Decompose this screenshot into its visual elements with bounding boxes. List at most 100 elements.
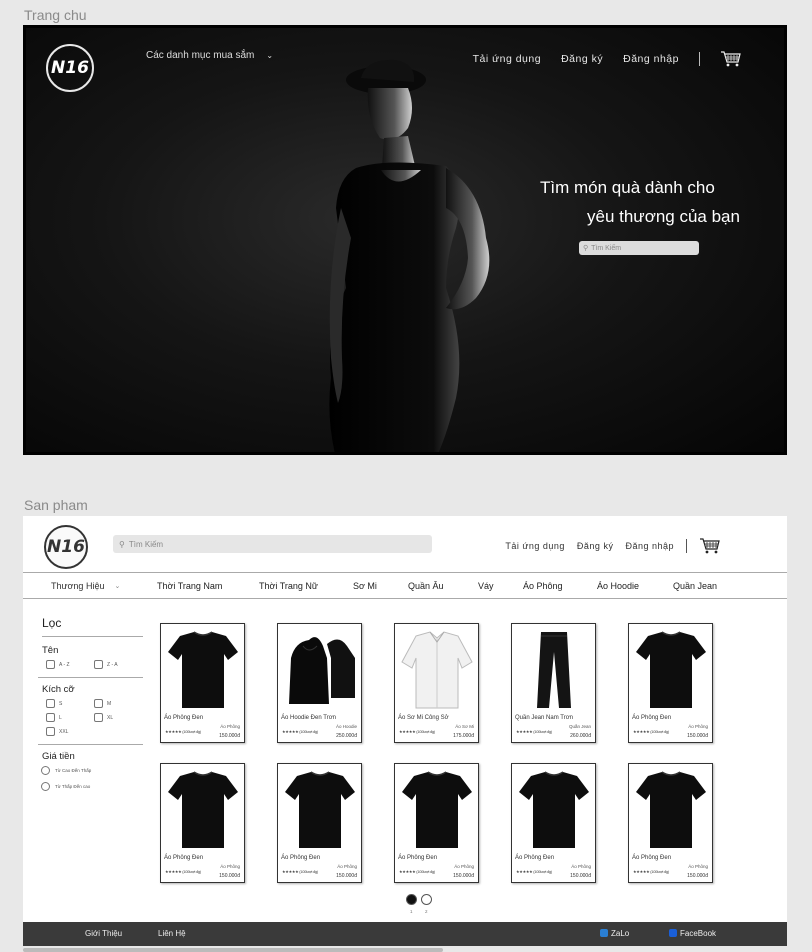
facebook-label: FaceBook (680, 929, 717, 938)
zalo-link[interactable]: ZaLo (600, 929, 629, 938)
logo[interactable]: N16 (46, 44, 94, 92)
search-input[interactable]: ⚲ Tìm Kiếm (113, 535, 432, 553)
category-so-mi[interactable]: Sơ Mi (353, 581, 377, 591)
facebook-link[interactable]: FaceBook (669, 929, 716, 938)
product-rating: ★★★★★ (100lượt đg) (165, 869, 201, 874)
page-number-1: 1 (410, 909, 413, 914)
hero-title-line1: Tìm món quà dành cho (540, 178, 715, 197)
product-type: Áo Phông (337, 864, 357, 869)
pagination (406, 894, 432, 905)
option-label: A - Z (59, 661, 70, 668)
product-rating: ★★★★★ (100lượt đg) (516, 729, 552, 734)
product-rating: ★★★★★ (100lượt đg) (282, 729, 318, 734)
category-ao-hoodie[interactable]: Áo Hoodie (597, 581, 639, 591)
search-placeholder: Tìm Kiếm (128, 539, 164, 549)
logo[interactable]: N16 (44, 525, 88, 569)
product-rating: ★★★★★ (100lượt đg) (633, 729, 669, 734)
brand-menu[interactable]: Thương Hiệu ⌄ (51, 581, 120, 591)
home-screen: N16 Các danh mục mua sắm ⌄ Tải ứng dụng … (23, 25, 787, 455)
chevron-down-icon: ⌄ (266, 51, 274, 60)
download-app-link[interactable]: Tải ứng dụng (473, 53, 542, 65)
product-type: Quần Jean (568, 724, 591, 729)
filter-name-label: Tên (42, 645, 59, 656)
top-nav: Tải ứng dụng Đăng ký Đăng nhập (473, 50, 742, 68)
product-price: 175.000đ (453, 733, 474, 739)
product-type: Áo Phông (688, 864, 708, 869)
category-vay[interactable]: Váy (478, 581, 494, 591)
price-high-to-low-radio[interactable]: Từ Cao Đến Thấp (41, 766, 143, 775)
product-card[interactable]: Quần Jean Nam Trơn Quần Jean ★★★★★ (100lượ… (511, 623, 596, 743)
category-thoi-trang-nam[interactable]: Thời Trang Nam (157, 581, 222, 591)
cart-icon[interactable] (720, 50, 742, 68)
product-card[interactable]: Áo Phông Đen Áo Phông ★★★★★ (100lượt đg) 15… (160, 623, 245, 743)
product-card[interactable]: Áo Phông Đen Áo Phông ★★★★★ (100lượt đg) 15… (277, 763, 362, 883)
login-link[interactable]: Đăng nhập (625, 541, 674, 551)
category-quan-au[interactable]: Quần Âu (408, 581, 444, 591)
product-card[interactable]: Áo Sơ Mi Công Sở Áo Sơ Mi ★★★★★ (100lượt đ… (394, 623, 479, 743)
filter-divider (38, 744, 143, 745)
tshirt-icon (166, 768, 240, 852)
option-label: Từ Thấp Đến cao (55, 784, 91, 789)
product-name: Áo Sơ Mi Công Sở (398, 715, 449, 721)
page-dot-2[interactable] (421, 894, 432, 905)
register-link[interactable]: Đăng ký (577, 541, 614, 551)
product-name: Áo Phông Đen (164, 715, 204, 721)
option-label: Từ Cao Đến Thấp (55, 768, 92, 773)
product-card[interactable]: Áo Phông Đen Áo Phông ★★★★★ (100lượt đg) 15… (628, 623, 713, 743)
product-card[interactable]: Áo Hoodie Đen Trơn Áo Hoodie ★★★★★ (100lượ… (277, 623, 362, 743)
category-menu[interactable]: Các danh mục mua sắm ⌄ (146, 50, 273, 61)
product-price: 150.000đ (453, 873, 474, 879)
cart-icon[interactable] (699, 537, 721, 555)
size-xl-checkbox[interactable]: XL (94, 713, 142, 722)
horizontal-scrollbar[interactable] (23, 948, 443, 952)
product-type: Áo Phông (220, 864, 240, 869)
page-dot-1[interactable] (406, 894, 417, 905)
size-xxl-checkbox[interactable]: XXL (46, 727, 94, 736)
category-quan-jean[interactable]: Quần Jean (673, 581, 717, 591)
sort-z-a-checkbox[interactable]: Z - A (94, 660, 142, 669)
product-price: 150.000đ (219, 873, 240, 879)
hero-title-line2: yêu thương của bạn (587, 207, 740, 226)
register-link[interactable]: Đăng ký (561, 53, 603, 65)
product-type: Áo Phông (454, 864, 474, 869)
product-card[interactable]: Áo Phông Đen Áo Phông ★★★★★ (100lượt đg) 15… (160, 763, 245, 883)
product-type: Áo Phông (688, 724, 708, 729)
product-card[interactable]: Áo Phông Đen Áo Phông ★★★★★ (100lượt đg) 15… (394, 763, 479, 883)
product-name: Áo Phông Đen (281, 855, 321, 861)
option-label: XL (107, 714, 114, 721)
product-name: Quần Jean Nam Trơn (515, 715, 573, 721)
sort-a-z-checkbox[interactable]: A - Z (46, 660, 94, 669)
hero-search-input[interactable]: ⚲ Tìm Kiếm (579, 241, 699, 255)
product-type: Áo Hoodie (335, 724, 357, 729)
option-label: M (107, 700, 112, 707)
shirt-icon (400, 628, 474, 712)
product-price: 260.000đ (570, 733, 591, 739)
product-rating: ★★★★★ (100lượt đg) (516, 869, 552, 874)
tshirt-icon (634, 768, 708, 852)
option-label: XXL (59, 728, 69, 735)
size-s-checkbox[interactable]: S (46, 699, 94, 708)
category-bar: Thương Hiệu ⌄ Thời Trang Nam Thời Trang … (23, 572, 787, 599)
product-name: Áo Phông Đen (398, 855, 438, 861)
filter-price-label: Giá tiền (42, 751, 75, 762)
product-name: Áo Phông Đen (164, 855, 204, 861)
footer-contact-link[interactable]: Liên Hệ (158, 929, 186, 938)
product-card[interactable]: Áo Phông Đen Áo Phông ★★★★★ (100lượt đg) 15… (511, 763, 596, 883)
price-low-to-high-radio[interactable]: Từ Thấp Đến cao (41, 782, 143, 791)
footer-about-link[interactable]: Giới Thiệu (85, 929, 122, 938)
size-l-checkbox[interactable]: L (46, 713, 94, 722)
product-name: Áo Phông Đen (515, 855, 555, 861)
category-thoi-trang-nu[interactable]: Thời Trang Nữ (259, 581, 318, 591)
footer: Giới Thiệu Liên Hệ ZaLo FaceBook (23, 922, 787, 946)
option-label: S (59, 700, 63, 707)
filter-size-label: Kích cỡ (42, 684, 75, 695)
product-rating: ★★★★★ (100lượt đg) (165, 729, 201, 734)
product-name: Áo Phông Đen (632, 715, 672, 721)
category-ao-phong[interactable]: Áo Phông (523, 581, 563, 591)
login-link[interactable]: Đăng nhập (623, 53, 679, 65)
chevron-down-icon: ⌄ (114, 582, 121, 590)
download-app-link[interactable]: Tải ứng dụng (505, 541, 565, 551)
filter-divider (38, 677, 143, 678)
size-m-checkbox[interactable]: M (94, 699, 142, 708)
product-card[interactable]: Áo Phông Đen Áo Phông ★★★★★ (100lượt đg) 15… (628, 763, 713, 883)
